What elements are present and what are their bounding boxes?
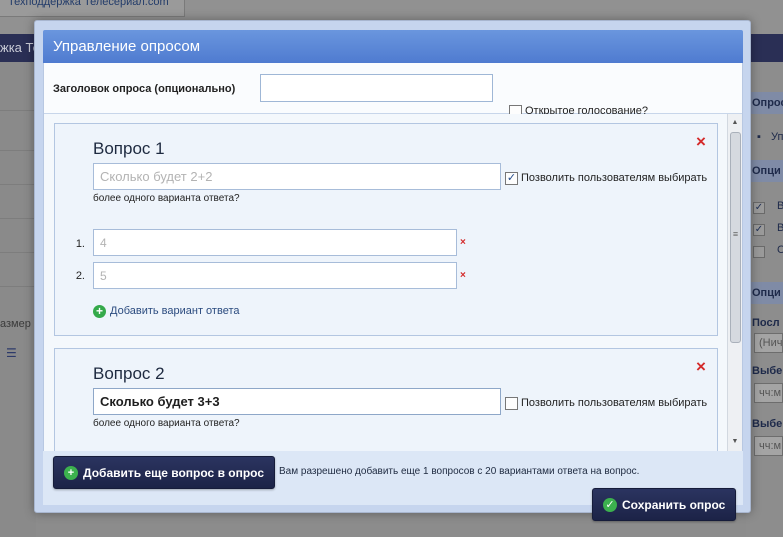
question-text-input[interactable] [93, 163, 501, 190]
multi-answer-label-cont: более одного варианта ответа? [93, 193, 240, 204]
divider [0, 218, 36, 219]
poll-title-label: Заголовок опроса (опционально) [53, 83, 236, 95]
background-right-chk-label: В [777, 222, 783, 234]
question-card: Вопрос 1 × ✓ Позволить пользователям выб… [54, 123, 718, 336]
background-checkbox: ✓ [753, 224, 765, 236]
background-time-input: чч:м [754, 383, 783, 403]
plus-icon: + [93, 304, 106, 318]
background-checkbox: ✓ [753, 202, 765, 214]
multi-answer-checkbox[interactable] [505, 397, 518, 410]
square-icon: ▪ [757, 131, 761, 143]
answer-number: 1. [75, 238, 85, 250]
scroll-down-arrow-icon[interactable]: ▼ [728, 436, 742, 448]
dialog-footer: + Добавить еще вопрос в опрос Вам разреш… [43, 451, 743, 521]
background-right-label: Опрос [752, 97, 783, 109]
answer-input[interactable] [93, 229, 457, 256]
questions-scroll-area[interactable]: Вопрос 1 × ✓ Позволить пользователям выб… [44, 114, 742, 451]
delete-question-icon[interactable]: × [694, 133, 708, 150]
background-left-panel [0, 62, 36, 537]
add-question-button[interactable]: + Добавить еще вопрос в опрос [53, 456, 276, 489]
background-right-label: Посл [752, 317, 780, 329]
plus-icon: + [64, 465, 78, 480]
add-answer-link[interactable]: + Добавить вариант ответа [93, 304, 239, 318]
question-title: Вопрос 2 [93, 364, 165, 383]
add-answer-label: Добавить вариант ответа [110, 305, 240, 317]
multi-answer-label: Позволить пользователям выбирать [521, 397, 708, 409]
divider [0, 252, 36, 253]
delete-answer-icon[interactable]: × [460, 270, 466, 281]
dialog-body: Заголовок опроса (опционально) Открытое … [43, 63, 743, 451]
vertical-scrollbar[interactable]: ▲ ≡ ▼ [727, 114, 742, 451]
question-text-input[interactable] [93, 388, 501, 415]
poll-title-input[interactable] [260, 74, 493, 102]
question-card: Вопрос 2 × Позволить пользователям выбир… [54, 348, 718, 451]
list-icon: ☰ [6, 346, 17, 360]
scroll-up-arrow-icon[interactable]: ▲ [728, 117, 742, 129]
divider [0, 184, 36, 185]
multi-answer-label-cont: более одного варианта ответа? [93, 418, 240, 429]
dialog-title-bar[interactable]: Управление опросом [43, 30, 743, 63]
divider [0, 286, 36, 287]
delete-question-icon[interactable]: × [694, 358, 708, 375]
background-right-chk-label: С [777, 244, 783, 256]
add-question-label: Добавить еще вопрос в опрос [83, 465, 265, 480]
multi-answer-label: Позволить пользователям выбирать [521, 172, 708, 184]
background-right-label: Выбе [752, 418, 783, 430]
save-poll-label: Сохранить опрос [622, 497, 726, 512]
multi-answer-checkbox[interactable]: ✓ [505, 172, 518, 185]
divider [0, 110, 36, 111]
scrollbar-thumb[interactable]: ≡ [730, 132, 741, 343]
background-left-text: азмер [0, 318, 31, 330]
grip-icon: ≡ [732, 229, 739, 239]
background-checkbox [753, 246, 765, 258]
poll-manager-dialog: Управление опросом Заголовок опроса (опц… [34, 20, 751, 521]
background-tab-label: Техподдержка Телесериал.com [8, 0, 169, 8]
checkmark-icon: ✓ [603, 497, 617, 512]
save-poll-button[interactable]: ✓ Сохранить опрос [592, 488, 737, 521]
limits-note: Вам разрешено добавить еще 1 вопросов с … [279, 466, 640, 477]
background-right-label: Опци [752, 165, 781, 177]
dialog-title: Управление опросом [53, 38, 201, 55]
background-tab: Техподдержка Телесериал.com [0, 0, 185, 17]
poll-title-row: Заголовок опроса (опционально) Открытое … [44, 63, 742, 118]
delete-answer-icon[interactable]: × [460, 237, 466, 248]
background-right-link: Уп [771, 131, 783, 143]
question-title: Вопрос 1 [93, 139, 165, 158]
background-right-chk-label: В [777, 200, 783, 212]
divider [0, 150, 36, 151]
background-right-label: Опци [752, 287, 781, 299]
background-time-input: чч:м [754, 436, 783, 456]
background-right-label: Выбе [752, 365, 783, 377]
answer-number: 2. [75, 270, 85, 282]
answer-input[interactable] [93, 262, 457, 289]
background-select: (Нич [754, 333, 783, 353]
